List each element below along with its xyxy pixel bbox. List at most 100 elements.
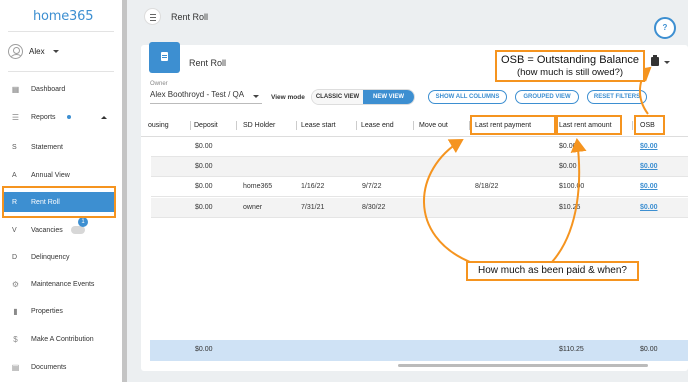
hamburger-icon (150, 17, 156, 18)
column-divider[interactable] (413, 121, 414, 130)
reset-filters-button[interactable]: RESET FILTERS (587, 90, 647, 104)
deposit-cell: $0.00 (195, 143, 213, 150)
sidebar-scrollbar[interactable] (122, 0, 127, 382)
documents-icon: ▤ (11, 362, 20, 372)
column-divider[interactable] (632, 121, 633, 130)
reports-icon: ☰ (11, 112, 20, 122)
chevron-down-icon (52, 50, 59, 53)
app-logo[interactable]: home365 (33, 9, 93, 24)
sidebar-item-letter: S (12, 143, 17, 151)
sidebar-item-reports[interactable]: ☰ Reports (0, 108, 122, 126)
last-rent-amount-cell: $0.00 (559, 143, 577, 150)
column-header[interactable]: Lease start (301, 122, 336, 129)
osb-highlight (634, 115, 665, 135)
sd-holder-cell: home365 (243, 183, 273, 190)
card-title: Rent Roll (189, 58, 227, 68)
last-rent-amount-cell: $10.25 (559, 204, 581, 211)
sidebar-item-label: Properties (31, 307, 63, 315)
dashboard-icon: ▦ (11, 84, 20, 94)
column-header[interactable]: Lease end (361, 122, 394, 129)
table-row[interactable]: $0.00 owner 7/31/21 8/30/22 $10.25 $0.00 (151, 198, 688, 218)
table-row[interactable]: $0.00 $0.00 $0.00 (151, 157, 688, 177)
sidebar-item-label: Statement (31, 143, 63, 151)
rent-roll-highlight (2, 186, 116, 218)
clipboard-icon[interactable] (651, 55, 659, 66)
new-view-button[interactable]: NEW VIEW (363, 90, 414, 104)
lease-end-cell: 9/7/22 (362, 183, 382, 190)
hamburger-icon (150, 20, 156, 21)
menu-toggle-button[interactable] (144, 8, 161, 25)
lease-end-cell: 8/30/22 (362, 204, 386, 211)
notification-dot (67, 115, 71, 119)
sidebar-item-label: Reports (31, 113, 56, 121)
sidebar-item-letter: V (12, 226, 17, 234)
sidebar-item-letter: A (12, 171, 17, 179)
last-rent-amount-cell: $0.00 (559, 163, 577, 170)
buildings-icon: ▮ (13, 306, 18, 316)
vacancies-toggle[interactable] (71, 226, 85, 234)
divider (8, 71, 114, 72)
avatar-icon (8, 44, 23, 59)
help-button[interactable]: ? (654, 17, 676, 39)
osb-link[interactable]: $0.00 (640, 163, 658, 170)
user-name: Alex (29, 47, 45, 56)
owner-value: Alex Boothroyd - Test / QA (150, 90, 245, 99)
column-divider[interactable] (190, 121, 191, 130)
wrench-icon: ⚙ (11, 279, 20, 289)
column-header[interactable]: Deposit (194, 122, 218, 129)
sidebar-item-label: Annual View (31, 171, 70, 179)
owner-label: Owner (150, 81, 168, 87)
sidebar-item-label: Maintenance Events (31, 280, 95, 288)
document-icon (149, 42, 180, 73)
sidebar-item-maintenance-events[interactable]: ⚙ Maintenance Events (0, 275, 122, 293)
column-header[interactable]: Move out (419, 122, 448, 129)
chevron-down-icon (253, 95, 259, 98)
column-divider[interactable] (356, 121, 357, 130)
divider (8, 31, 114, 32)
sidebar-item-delinquency[interactable]: D Delinquency (0, 248, 122, 266)
sidebar-item-label: Vacancies (31, 226, 63, 234)
deposit-cell: $0.00 (195, 163, 213, 170)
column-divider[interactable] (236, 121, 237, 130)
osb-link[interactable]: $0.00 (640, 204, 658, 211)
sidebar-item-label: Documents (31, 363, 67, 371)
sidebar-item-documents[interactable]: ▤ Documents (0, 358, 122, 376)
column-header[interactable]: SD Holder (243, 122, 275, 129)
column-header[interactable]: ousing (148, 122, 169, 129)
osb-link[interactable]: $0.00 (640, 183, 658, 190)
osb-total: $0.00 (640, 346, 658, 353)
last-rent-amount-total: $110.25 (559, 346, 584, 353)
sd-holder-cell: owner (243, 204, 263, 211)
deposit-cell: $0.00 (195, 204, 213, 211)
grouped-view-button[interactable]: GROUPED VIEW (515, 90, 579, 104)
user-menu[interactable]: Alex (8, 44, 59, 59)
osb-explanation-note: OSB = Outstanding Balance (how much is s… (495, 50, 645, 82)
table-row[interactable]: $0.00 $0.00 $0.00 (151, 137, 688, 157)
table-row[interactable]: $0.00 home365 1/16/22 9/7/22 8/18/22 $10… (151, 177, 688, 197)
payment-explanation-note: How much as been paid & when? (466, 261, 639, 281)
dollar-icon: $ (13, 334, 18, 344)
chevron-up-icon[interactable] (101, 115, 107, 119)
hamburger-icon (150, 14, 156, 15)
sidebar-item-label: Dashboard (31, 85, 66, 93)
osb-link[interactable]: $0.00 (640, 143, 658, 150)
owner-select[interactable]: Alex Boothroyd - Test / QA (150, 90, 262, 104)
show-all-columns-button[interactable]: SHOW ALL COLUMNS (428, 90, 507, 104)
sidebar-item-dashboard[interactable]: ▦ Dashboard (0, 80, 122, 98)
vacancies-count-badge: 1 (78, 217, 88, 227)
view-mode-label: View mode (271, 94, 305, 101)
sidebar-item-vacancies[interactable]: V Vacancies 1 (0, 217, 122, 239)
sidebar-item-properties[interactable]: ▮ Properties (0, 302, 122, 320)
chevron-down-icon[interactable] (664, 61, 670, 64)
last-rent-amount-highlight (556, 115, 622, 135)
horizontal-scrollbar[interactable] (398, 364, 648, 367)
sidebar-item-letter: D (12, 253, 18, 261)
last-rent-payment-cell: 8/18/22 (475, 183, 499, 190)
classic-view-button[interactable]: CLASSIC VIEW (312, 90, 363, 104)
sidebar-item-statement[interactable]: S Statement (0, 138, 122, 156)
sidebar-item-annual-view[interactable]: A Annual View (0, 166, 122, 184)
column-divider[interactable] (296, 121, 297, 130)
view-mode-toggle: CLASSIC VIEW NEW VIEW (311, 89, 415, 105)
sidebar-item-make-a-contribution[interactable]: $ Make A Contribution (0, 330, 122, 348)
deposit-cell: $0.00 (195, 183, 213, 190)
